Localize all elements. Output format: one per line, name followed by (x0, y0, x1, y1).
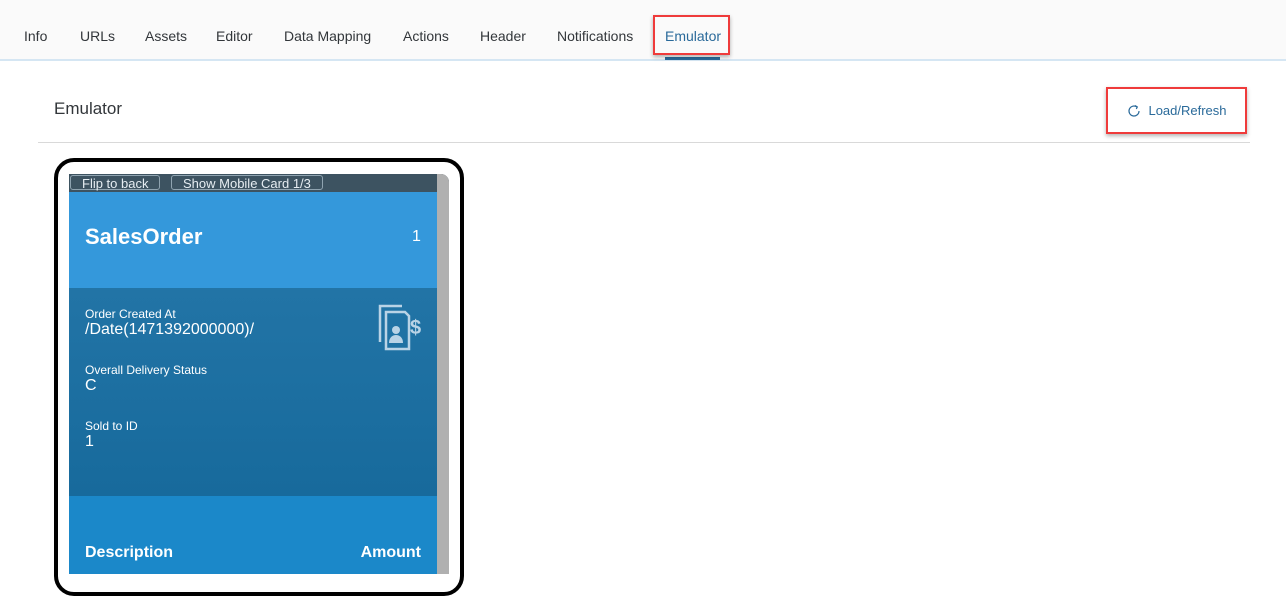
field-value: /Date(1471392000000)/ (85, 321, 255, 338)
column-amount: Amount (360, 544, 421, 561)
tab-bar: Info URLs Assets Editor Data Mapping Act… (0, 0, 1286, 61)
tab-header[interactable]: Header (480, 28, 526, 44)
card-body: Order Created At /Date(1471392000000)/ O… (69, 288, 437, 496)
show-mobile-card-button[interactable]: Show Mobile Card 1/3 (171, 175, 323, 191)
highlight-box-tab (653, 15, 730, 55)
field-label: Sold to ID (85, 419, 138, 433)
scrollbar[interactable] (437, 174, 449, 574)
tab-info[interactable]: Info (24, 28, 47, 44)
svg-text:$: $ (410, 317, 421, 339)
card-header: SalesOrder 1 (69, 192, 437, 288)
column-description: Description (85, 544, 174, 561)
divider (38, 142, 1250, 143)
tab-assets[interactable]: Assets (145, 28, 187, 44)
tab-notifications[interactable]: Notifications (557, 28, 633, 44)
tab-actions[interactable]: Actions (403, 28, 449, 44)
tab-data-mapping[interactable]: Data Mapping (284, 28, 371, 44)
sales-order-document-dollar-icon: $ (378, 304, 421, 351)
highlight-box-refresh (1106, 87, 1247, 134)
tab-editor[interactable]: Editor (216, 28, 253, 44)
field-value: 1 (85, 433, 94, 450)
card-table-header: Description Amount (69, 496, 437, 574)
field-label: Order Created At (85, 307, 176, 321)
field-label: Overall Delivery Status (85, 363, 208, 377)
card-title: SalesOrder (85, 224, 203, 249)
emulator-screen: Flip to back Show Mobile Card 1/3 SalesO… (69, 174, 449, 574)
flip-to-back-button[interactable]: Flip to back (70, 175, 161, 191)
field-value: C (85, 377, 97, 394)
section-title: Emulator (54, 99, 123, 118)
card-count: 1 (412, 228, 421, 245)
active-tab-indicator (665, 57, 720, 60)
tab-urls[interactable]: URLs (80, 28, 115, 44)
